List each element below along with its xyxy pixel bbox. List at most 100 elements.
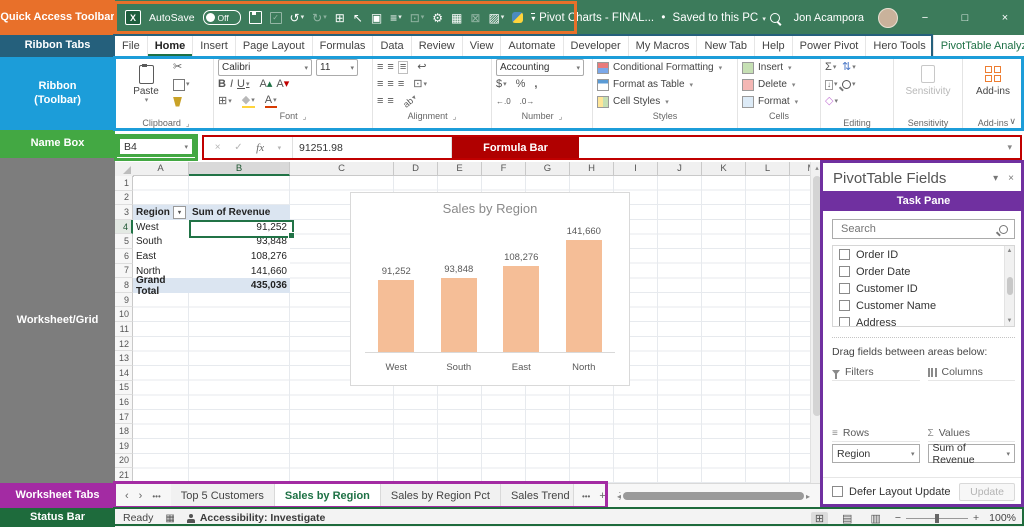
name-box[interactable]: B4 ▾ <box>117 136 195 157</box>
row-header-17[interactable]: 17 <box>115 410 133 425</box>
select-cursor-icon[interactable]: ↖ <box>353 12 363 24</box>
conditional-formatting-button[interactable]: Conditional Formatting▾ <box>597 60 733 75</box>
sort-filter-button[interactable]: ⇅▾ <box>842 62 856 73</box>
pivot-cell-B3[interactable]: Sum of Revenue <box>189 205 290 220</box>
accessibility-status[interactable]: Accessibility: Investigate <box>187 512 325 524</box>
ribbon-tab-my-macros[interactable]: My Macros <box>629 35 698 57</box>
vertical-scrollbar[interactable]: ▴ <box>810 162 822 483</box>
undo-icon[interactable]: ↺▾ <box>290 12 305 24</box>
cancel-icon[interactable]: × <box>215 142 221 153</box>
select-all-corner[interactable] <box>115 162 134 177</box>
collapse-ribbon-icon[interactable]: ∨ <box>1009 116 1016 127</box>
row-header-1[interactable]: 1 <box>115 176 133 191</box>
pivot-cell-A5[interactable]: South <box>133 234 189 249</box>
dialog-launcher-icon[interactable]: ⌟ <box>186 119 190 128</box>
region-filter-icon[interactable]: ▾ <box>173 206 186 219</box>
ribbon-tab-developer[interactable]: Developer <box>564 35 629 57</box>
ribbon-tab-file[interactable]: File <box>115 35 148 57</box>
form-icon[interactable]: ⊞ <box>335 12 345 24</box>
field-item-order-id[interactable]: Order ID <box>833 246 1014 263</box>
ribbon-tab-view[interactable]: View <box>463 35 502 57</box>
row-header-13[interactable]: 13 <box>115 351 133 366</box>
dialog-launcher-icon[interactable]: ⌟ <box>303 112 307 121</box>
autosave-toggle[interactable]: Off <box>203 10 241 25</box>
field-checkbox[interactable] <box>839 317 850 327</box>
columns-area[interactable] <box>928 381 1016 421</box>
close-button[interactable]: × <box>992 12 1018 24</box>
number-format-combo[interactable]: Accounting▾ <box>496 59 584 76</box>
row-header-3[interactable]: 3 <box>115 205 133 220</box>
selected-cell-B4[interactable] <box>189 220 294 239</box>
row-header-11[interactable]: 11 <box>115 322 133 337</box>
worksheet-grid[interactable]: ABCDEFGHIJKLM 12345678910111213141516171… <box>115 162 810 483</box>
column-header-F[interactable]: F <box>482 162 526 176</box>
save-icon[interactable] <box>249 11 262 24</box>
row-header-20[interactable]: 20 <box>115 454 133 469</box>
column-header-D[interactable]: D <box>394 162 438 176</box>
column-header-I[interactable]: I <box>614 162 658 176</box>
row-header-14[interactable]: 14 <box>115 366 133 381</box>
pivot-cell-A3[interactable]: Region▾ <box>133 205 189 220</box>
insert-function-icon[interactable]: fx <box>256 142 264 154</box>
save-status[interactable]: Saved to this PC <box>673 12 759 24</box>
new-sheet-button[interactable]: + <box>599 490 605 502</box>
camera-image-icon[interactable]: ▨▾ <box>488 12 504 24</box>
field-item-customer-id[interactable]: Customer ID <box>833 280 1014 297</box>
horizontal-scrollbar[interactable]: ◂ ▸ <box>617 489 810 503</box>
pivot-cell-B8[interactable]: 435,036 <box>189 278 290 293</box>
sheet-tab-top-5-customers[interactable]: Top 5 Customers <box>171 484 275 508</box>
options-gear-icon[interactable]: ⚙ <box>432 12 443 24</box>
zoom-in-button[interactable]: + <box>973 512 979 524</box>
row-header-5[interactable]: 5 <box>115 234 133 249</box>
sheet-tab-sales-by-region-pct[interactable]: Sales by Region Pct <box>381 484 501 508</box>
wrap-text-icon[interactable]: ↩ <box>417 62 426 73</box>
increase-indent-icon[interactable]: ≡ <box>387 96 393 107</box>
enter-icon[interactable]: ✓ <box>234 142 242 153</box>
row-header-9[interactable]: 9 <box>115 293 133 308</box>
maximize-button[interactable]: □ <box>952 12 978 24</box>
row-header-4[interactable]: 4 <box>115 220 133 235</box>
dialog-launcher-icon[interactable]: ⌟ <box>559 112 563 121</box>
ribbon-tab-help[interactable]: Help <box>755 35 793 57</box>
fields-search-box[interactable] <box>832 219 1015 239</box>
document-title[interactable]: Pivot Charts - FINAL... • Saved to this … <box>535 12 769 24</box>
column-header-M[interactable]: M <box>790 162 810 176</box>
row-header-12[interactable]: 12 <box>115 337 133 352</box>
field-item-address[interactable]: Address <box>833 314 1014 327</box>
row-header-18[interactable]: 18 <box>115 424 133 439</box>
align-top-icon[interactable]: ≡ <box>377 62 383 73</box>
normal-view-button[interactable]: ⊞ <box>811 512 828 525</box>
ribbon-tab-data[interactable]: Data <box>373 35 411 57</box>
font-size-combo[interactable]: 11▾ <box>316 59 358 76</box>
align-left-icon[interactable]: ≡ <box>377 79 383 90</box>
paste-button[interactable]: Paste▾ <box>123 60 169 105</box>
underline-button[interactable]: U▾ <box>237 79 249 90</box>
search-input[interactable] <box>839 222 999 236</box>
addins-button[interactable]: Add-ins <box>970 60 1016 97</box>
format-painter-icon[interactable] <box>173 97 182 107</box>
ribbon-tab-home[interactable]: Home <box>148 35 194 57</box>
pivot-cell-B6[interactable]: 108,276 <box>189 249 290 264</box>
excel-logo-icon[interactable]: X <box>125 10 141 25</box>
percent-style-icon[interactable]: % <box>516 79 526 90</box>
notes-icon[interactable]: ▦ <box>451 12 462 24</box>
column-header-A[interactable]: A <box>133 162 189 176</box>
borders-button[interactable]: ⊞▾ <box>218 96 232 107</box>
ribbon-tab-new-tab[interactable]: New Tab <box>697 35 755 57</box>
prev-sheet-icon[interactable]: ‹ <box>125 490 129 502</box>
ribbon-tab-hero-tools[interactable]: Hero Tools <box>866 35 933 57</box>
italic-button[interactable]: I <box>230 79 233 90</box>
sheet-tab-sales-trend[interactable]: Sales Trend <box>501 484 574 508</box>
copy-icon[interactable]: ▾ <box>173 79 190 91</box>
column-header-H[interactable]: H <box>570 162 614 176</box>
export-icon[interactable]: ▣ <box>371 12 382 24</box>
page-break-view-button[interactable]: ▥ <box>866 512 884 525</box>
align-right-icon[interactable]: ≡ <box>398 79 404 90</box>
ribbon-tab-automate[interactable]: Automate <box>501 35 563 57</box>
pivot-cell-A4[interactable]: West <box>133 220 189 235</box>
dialog-launcher-icon[interactable]: ⌟ <box>453 112 457 121</box>
column-header-E[interactable]: E <box>438 162 482 176</box>
defer-layout-checkbox[interactable] <box>832 486 843 497</box>
align-middle-icon[interactable]: ≡ <box>387 62 393 73</box>
bold-button[interactable]: B <box>218 79 226 90</box>
